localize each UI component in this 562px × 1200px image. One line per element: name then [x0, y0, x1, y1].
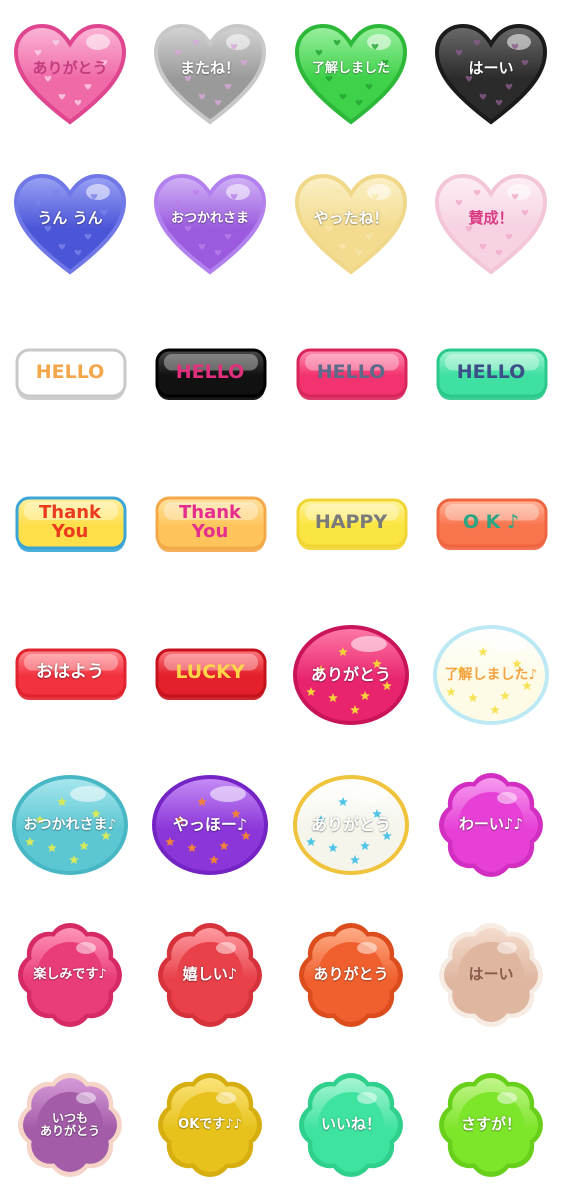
flower-sticker-icon: [299, 923, 403, 1027]
flower-sticker-icon: [158, 1073, 262, 1177]
sticker-12[interactable]: HELLO: [421, 300, 561, 450]
sticker-24[interactable]: わーい♪♪: [421, 750, 561, 900]
sticker-27[interactable]: ありがとう: [281, 900, 421, 1050]
sticker-14[interactable]: Thank You: [140, 450, 280, 600]
sticker-18[interactable]: LUCKY: [140, 600, 280, 750]
sticker-05[interactable]: うん うん: [0, 150, 140, 300]
sticker-16[interactable]: O K ♪: [421, 450, 561, 600]
sticker-21[interactable]: おつかれさま♪: [0, 750, 140, 900]
heart-sticker-icon: [294, 173, 408, 275]
flower-sticker-icon: [439, 773, 543, 877]
sticker-22[interactable]: やっほー♪: [140, 750, 280, 900]
rounded-rect-sticker-icon: [155, 496, 267, 552]
rounded-rect-sticker-icon: [155, 648, 267, 700]
sticker-09[interactable]: HELLO: [0, 300, 140, 450]
sticker-grid: ありがとう またね！ 了解しました はーい うん うん おつかれさま やったね！…: [0, 0, 562, 1200]
sticker-31[interactable]: いいね！: [281, 1050, 421, 1200]
flower-sticker-icon: [439, 1073, 543, 1177]
rounded-rect-sticker-icon: [296, 348, 408, 400]
sticker-15[interactable]: HAPPY: [281, 450, 421, 600]
sticker-06[interactable]: おつかれさま: [140, 150, 280, 300]
oval-sticker-icon: [12, 775, 128, 875]
rounded-rect-sticker-icon: [155, 348, 267, 400]
sticker-26[interactable]: 嬉しい♪: [140, 900, 280, 1050]
sticker-20[interactable]: 了解しました♪: [421, 600, 561, 750]
heart-sticker-icon: [153, 23, 267, 125]
flower-sticker-icon: [299, 1073, 403, 1177]
rounded-rect-sticker-icon: [15, 648, 127, 700]
heart-sticker-icon: [153, 173, 267, 275]
sticker-07[interactable]: やったね！: [281, 150, 421, 300]
sticker-19[interactable]: ありがとう: [281, 600, 421, 750]
sticker-23[interactable]: ありがとう: [281, 750, 421, 900]
rounded-rect-sticker-icon: [436, 498, 548, 550]
oval-sticker-icon: [293, 625, 409, 725]
heart-sticker-icon: [434, 173, 548, 275]
heart-sticker-icon: [13, 23, 127, 125]
heart-sticker-icon: [434, 23, 548, 125]
sticker-01[interactable]: ありがとう: [0, 0, 140, 150]
rounded-rect-sticker-icon: [436, 348, 548, 400]
oval-sticker-icon: [433, 625, 549, 725]
oval-sticker-icon: [152, 775, 268, 875]
sticker-29[interactable]: いつも ありがとう: [0, 1050, 140, 1200]
sticker-13[interactable]: Thank You: [0, 450, 140, 600]
sticker-32[interactable]: さすが！: [421, 1050, 561, 1200]
sticker-28[interactable]: はーい: [421, 900, 561, 1050]
heart-sticker-icon: [294, 23, 408, 125]
sticker-30[interactable]: OKです♪♪: [140, 1050, 280, 1200]
flower-sticker-icon: [158, 923, 262, 1027]
sticker-08[interactable]: 賛成！: [421, 150, 561, 300]
flower-sticker-icon: [18, 1073, 122, 1177]
sticker-25[interactable]: 楽しみです♪: [0, 900, 140, 1050]
sticker-04[interactable]: はーい: [421, 0, 561, 150]
sticker-17[interactable]: おはよう: [0, 600, 140, 750]
flower-sticker-icon: [439, 923, 543, 1027]
rounded-rect-sticker-icon: [15, 496, 127, 552]
oval-sticker-icon: [293, 775, 409, 875]
rounded-rect-sticker-icon: [296, 498, 408, 550]
sticker-03[interactable]: 了解しました: [281, 0, 421, 150]
sticker-11[interactable]: HELLO: [281, 300, 421, 450]
heart-sticker-icon: [13, 173, 127, 275]
flower-sticker-icon: [18, 923, 122, 1027]
rounded-rect-sticker-icon: [15, 348, 127, 400]
sticker-10[interactable]: HELLO: [140, 300, 280, 450]
sticker-02[interactable]: またね！: [140, 0, 280, 150]
